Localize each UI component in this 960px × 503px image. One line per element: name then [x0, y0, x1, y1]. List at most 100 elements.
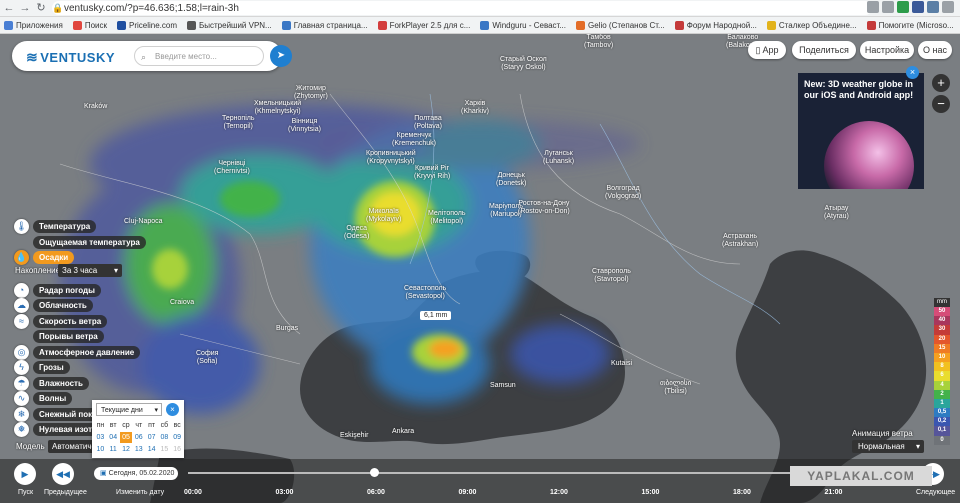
calendar-day[interactable]: 03	[94, 432, 107, 443]
timeline-hour[interactable]: 09:00	[459, 489, 477, 496]
timeline-hour[interactable]: 21:00	[825, 489, 843, 496]
calendar-day[interactable]: 06	[132, 432, 145, 443]
layer-humidity[interactable]: ☂ Влажность	[14, 375, 89, 391]
search-placeholder: Введите место...	[155, 52, 217, 61]
layer-waves[interactable]: ∿ Волны	[14, 390, 73, 406]
plus-icon: +	[937, 75, 945, 90]
bookmark-item[interactable]: Сталкер Объедине...	[763, 20, 863, 30]
calendar-day[interactable]: 08	[158, 432, 171, 443]
date-picker-popup: Текущие дни ▾ × пн вт ср чт пт сб вс 03 04 05 06 07 0…	[92, 400, 184, 458]
city-label: Kraków	[84, 103, 108, 110]
bookmark-item[interactable]: Быстрейший VPN...	[183, 20, 278, 30]
legend-step: 4	[934, 380, 950, 390]
timeline-hour[interactable]: 18:00	[733, 489, 751, 496]
about-button[interactable]: О нас	[918, 41, 952, 59]
bookmark-favicon-icon	[281, 20, 291, 30]
search-input[interactable]: ⌕ Введите место...	[134, 46, 264, 66]
calendar-day[interactable]: 11	[107, 444, 120, 455]
chevron-down-icon: ▾	[915, 442, 920, 451]
promo-close-button[interactable]: ×	[906, 66, 919, 79]
city-label: Тернопіль (Ternopil)	[222, 115, 255, 130]
layer-wind-speed[interactable]: ≈ Скорость ветра	[14, 313, 108, 329]
bookmark-item[interactable]: Помогите (Microso...	[863, 20, 960, 30]
layer-feels-like[interactable]: Ощущаемая температура	[14, 234, 146, 250]
vk-icon[interactable]	[927, 1, 939, 13]
legend-step: 20	[934, 334, 950, 344]
calendar-day[interactable]: 12	[120, 444, 133, 455]
days-range-select[interactable]: Текущие дни ▾	[96, 403, 162, 416]
forward-icon[interactable]: →	[18, 1, 32, 15]
waves-icon: ∿	[14, 390, 29, 406]
bookmark-item[interactable]: ForkPlayer 2.5 для с...	[374, 20, 477, 30]
legend-step: 0	[934, 435, 950, 445]
calendar-day[interactable]: 09	[171, 432, 184, 443]
layer-wind-gusts[interactable]: Порывы ветра	[14, 328, 104, 344]
locate-button[interactable]: ➤	[270, 45, 292, 67]
calendar-day[interactable]: 04	[107, 432, 120, 443]
calendar-day[interactable]: 13	[132, 444, 145, 455]
weather-map[interactable]: LublinKrakówТернопіль (Ternopil)Хмельниц…	[0, 34, 960, 503]
legend-step: 50	[934, 307, 950, 317]
date-picker-close-button[interactable]: ×	[166, 403, 179, 416]
previous-button[interactable]: ◀◀	[52, 463, 74, 485]
timeline-hour[interactable]: 03:00	[276, 489, 294, 496]
bookmark-item[interactable]: Gelio (Степанов Ст...	[572, 20, 671, 30]
date-button[interactable]: ▣ Сегодня, 05.02.2020	[94, 467, 178, 480]
calendar-day[interactable]: 10	[94, 444, 107, 455]
legend-step: 8	[934, 362, 950, 372]
menu-icon[interactable]	[942, 1, 954, 13]
layer-pressure[interactable]: ◎ Атмосферное давление	[14, 344, 141, 360]
home-icon[interactable]	[867, 1, 879, 13]
weekday-header: ср	[122, 422, 130, 429]
model-select[interactable]: Автоматически	[48, 440, 94, 453]
zoom-in-button[interactable]: +	[932, 74, 950, 92]
layer-temperature[interactable]: 🌡 Температура	[14, 218, 97, 234]
city-label: Burgas	[276, 325, 299, 332]
extension-icon[interactable]	[897, 1, 909, 13]
bookmark-item[interactable]: Windguru - Севаст...	[476, 20, 572, 30]
layer-clouds[interactable]: ☁ Облачность	[14, 297, 93, 313]
layer-precipitation[interactable]: 💧 Осадки	[14, 249, 75, 265]
layer-radar[interactable]: ◔ Радар погоды	[14, 282, 101, 298]
app-button[interactable]: ▯ App	[748, 41, 786, 59]
header-bar: ≋ VENTUSKY ⌕ Введите место... ➤	[12, 41, 292, 71]
settings-button[interactable]: Настройка	[860, 41, 914, 59]
timeline-handle[interactable]	[370, 468, 379, 477]
timeline-hour[interactable]: 15:00	[642, 489, 660, 496]
bookmark-item[interactable]: Priceline.com	[113, 20, 183, 30]
bookmark-item[interactable]: Поиск	[69, 20, 113, 30]
star-icon[interactable]	[882, 1, 894, 13]
zoom-out-button[interactable]: −	[932, 95, 950, 113]
address-bar[interactable]: 🔒ventusky.com/?p=46.636;1.58;l=rain-3h	[52, 1, 872, 15]
reload-icon[interactable]: ↻	[34, 1, 48, 15]
cloud-icon: ☁	[14, 297, 29, 313]
city-label: Кривий Ріг (Kryvyi Rih)	[414, 165, 451, 180]
accumulation-select[interactable]: За 3 часа ▾	[58, 264, 122, 277]
bookmark-item[interactable]: Приложения	[0, 20, 69, 30]
back-icon[interactable]: ←	[2, 1, 16, 15]
play-button[interactable]: ▶	[14, 463, 36, 485]
city-label: Тамбов (Tambov)	[584, 34, 614, 49]
promo-banner[interactable]: New: 3D weather globe in our iOS and And…	[798, 73, 924, 189]
wind-animation-select[interactable]: Нормальная ▾	[852, 440, 924, 453]
calendar-day[interactable]: 07	[145, 432, 158, 443]
bookmark-item[interactable]: Форум Народной...	[671, 20, 763, 30]
facebook-icon[interactable]	[912, 1, 924, 13]
calendar-day[interactable]: 14	[145, 444, 158, 455]
city-label: Луганськ (Luhansk)	[543, 150, 575, 165]
calendar-icon: ▣	[100, 470, 107, 477]
bookmark-item[interactable]: Главная страница...	[278, 20, 374, 30]
bookmark-favicon-icon	[72, 20, 82, 30]
legend-step: 10	[934, 352, 950, 363]
city-label: Харків (Kharkiv)	[461, 100, 490, 115]
share-button[interactable]: Поделиться	[792, 41, 856, 59]
logo[interactable]: ≋ VENTUSKY	[26, 49, 115, 66]
legend-step: 0,1	[934, 426, 950, 436]
play-icon: ▶	[21, 469, 29, 479]
calendar-day[interactable]: 05	[119, 432, 133, 443]
timeline-hour[interactable]: 00:00	[184, 489, 202, 496]
timeline-hour[interactable]: 06:00	[367, 489, 385, 496]
bookmark-favicon-icon	[377, 20, 387, 30]
layer-storms[interactable]: ϟ Грозы	[14, 359, 70, 375]
timeline-hour[interactable]: 12:00	[550, 489, 568, 496]
